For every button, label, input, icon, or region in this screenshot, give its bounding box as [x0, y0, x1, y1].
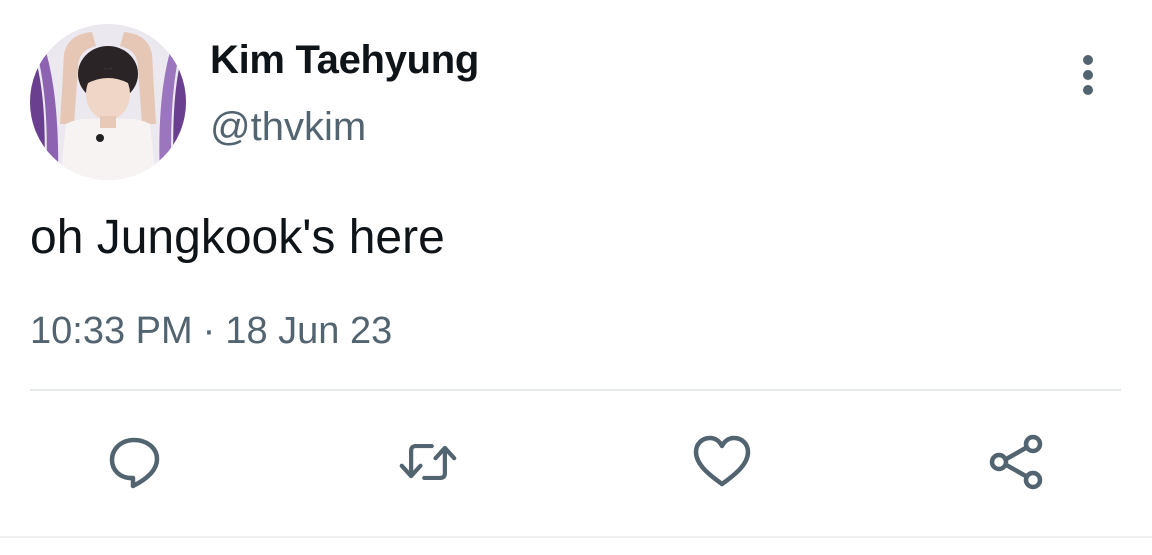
bottom-divider [0, 536, 1152, 538]
comment-icon [109, 437, 160, 489]
author-display-name[interactable]: Kim Taehyung [210, 38, 479, 83]
reply-button[interactable] [105, 432, 165, 492]
author-handle[interactable]: @thvkim [210, 105, 366, 150]
vertical-ellipsis-icon [1083, 55, 1093, 95]
more-options-button[interactable] [1066, 50, 1110, 100]
share-icon [989, 434, 1043, 490]
avatar-image [30, 24, 186, 180]
tweet-time: 10:33 PM [30, 310, 193, 352]
share-button[interactable] [987, 432, 1047, 492]
tweet-text: oh Jungkook's here [30, 211, 445, 264]
retweet-button[interactable] [398, 432, 458, 492]
avatar[interactable] [30, 24, 186, 180]
tweet-date: 18 Jun 23 [225, 310, 393, 352]
tweet-timestamp[interactable]: 10:33 PM · 18 Jun 23 [30, 310, 392, 353]
timestamp-separator: · [202, 310, 216, 352]
tweet-card: Kim Taehyung @thvkim oh Jungkook's here … [0, 0, 1152, 555]
heart-icon [693, 435, 751, 487]
like-button[interactable] [692, 432, 752, 492]
retweet-icon [399, 443, 457, 481]
divider [30, 389, 1121, 391]
